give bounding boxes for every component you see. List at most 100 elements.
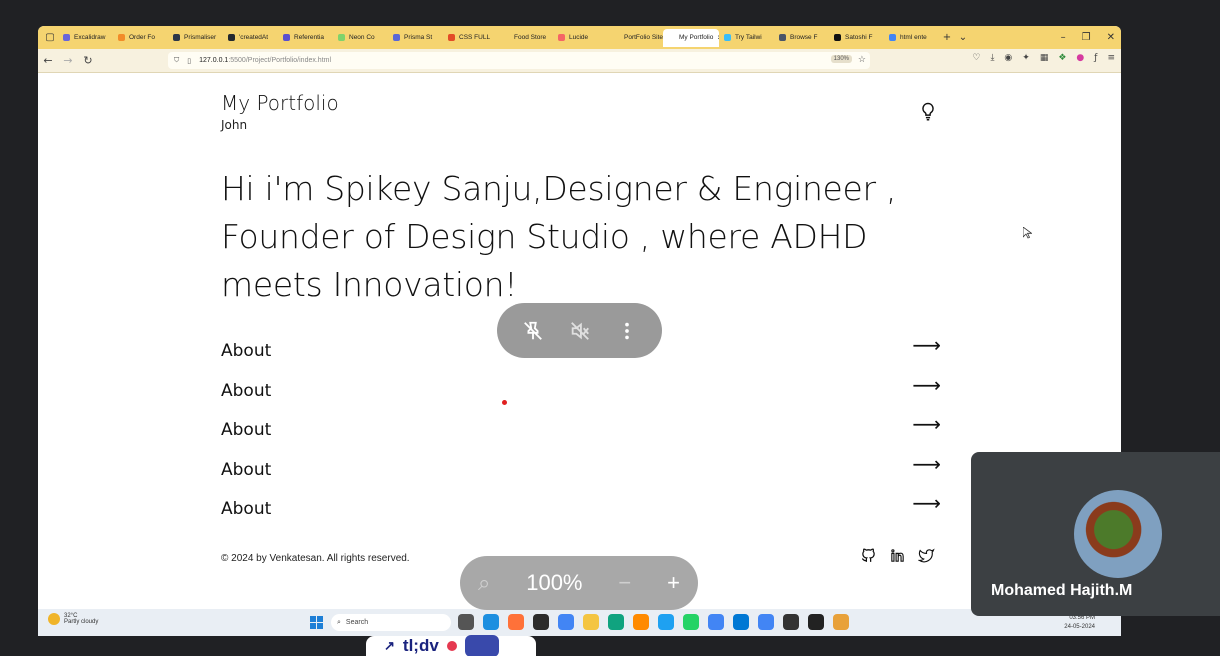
close-window-icon[interactable]: ✕ (1107, 32, 1115, 43)
file-explorer-icon[interactable] (583, 614, 599, 630)
bookmark-star-icon[interactable]: ☆ (858, 54, 866, 65)
tab-favicon-icon (173, 34, 180, 41)
postman-icon[interactable] (633, 614, 649, 630)
social-links (860, 547, 935, 564)
weather-widget[interactable]: 32°C Partly cloudy (48, 613, 98, 625)
nav-link-label[interactable]: About (221, 341, 271, 361)
tab-favicon-icon (228, 34, 235, 41)
participant-video-tile[interactable]: Mohamed Hajith.M (971, 452, 1220, 616)
restore-icon[interactable]: ❐ (1082, 32, 1091, 43)
arrow-right-icon[interactable]: ⟶ (912, 452, 941, 476)
tab-favicon-icon (668, 34, 675, 41)
nav-links: About ⟶ About ⟶ About ⟶ About ⟶ About ⟶ (221, 333, 941, 531)
browser-tab[interactable]: Food Store (498, 29, 553, 47)
account-icon[interactable]: ◉ (1004, 53, 1012, 63)
edge-icon[interactable] (483, 614, 499, 630)
nav-link-row[interactable]: About ⟶ (221, 373, 941, 413)
browser-tab[interactable]: Satoshi F (829, 29, 884, 47)
whatsapp-icon[interactable] (683, 614, 699, 630)
grid-icon[interactable]: ▦ (1040, 53, 1049, 63)
nav-link-row[interactable]: About ⟶ (221, 412, 941, 452)
tab-list-chevron-icon[interactable]: ⌄ (955, 30, 971, 46)
lightbulb-icon[interactable] (918, 101, 938, 121)
terminal-icon[interactable] (783, 614, 799, 630)
expand-arrow-icon[interactable]: ↗ (384, 638, 395, 654)
more-options-icon[interactable] (616, 320, 638, 342)
mute-icon[interactable] (569, 320, 591, 342)
browser-tab[interactable]: html ente (884, 29, 939, 47)
page-icon: ▯ (187, 57, 192, 65)
browser-tab[interactable]: Lucide (553, 29, 608, 47)
site-title[interactable]: My Portfolio (221, 91, 339, 115)
forward-icon[interactable]: → (58, 54, 78, 67)
browser-tab[interactable]: Prismaliser (168, 29, 223, 47)
arrow-right-icon[interactable]: ⟶ (912, 333, 941, 357)
firefox-icon[interactable] (508, 614, 524, 630)
extension-green-icon[interactable]: ❖ (1058, 53, 1066, 63)
zoom-out-magnifier-icon[interactable]: ⌕ (478, 570, 490, 596)
tab-favicon-icon (283, 34, 290, 41)
twitter-icon[interactable] (918, 547, 935, 564)
download-icon[interactable]: ⤓ (990, 53, 994, 63)
browser-tab[interactable]: CSS FULL (443, 29, 498, 47)
tab-favicon-icon (393, 34, 400, 41)
extensions-icon[interactable]: ✦ (1022, 53, 1030, 63)
chrome-alt-icon[interactable] (758, 614, 774, 630)
arrow-right-icon[interactable]: ⟶ (912, 373, 941, 397)
browser-tab[interactable]: Order Fo (113, 29, 168, 47)
pocket-icon[interactable]: ♡ (972, 53, 980, 63)
menu-icon[interactable]: ≡ (1107, 53, 1115, 63)
chatgpt-icon[interactable] (608, 614, 624, 630)
zoom-level-badge[interactable]: 130% (830, 55, 852, 63)
browser-tab[interactable]: My Portfolio× (663, 28, 719, 47)
windows-start-icon[interactable] (310, 616, 323, 629)
github-desktop-icon[interactable] (808, 614, 824, 630)
site-subtitle: John (221, 118, 248, 132)
nav-link-label[interactable]: About (221, 420, 271, 440)
nav-link-label[interactable]: About (221, 499, 271, 519)
app-icon[interactable] (533, 614, 549, 630)
url-bar[interactable]: ⛉ ▯ 127.0.0.1:5500/Project/Portfolio/ind… (168, 52, 870, 69)
reload-icon[interactable]: ↻ (78, 54, 98, 67)
browser-tab[interactable]: Prisma St (388, 29, 443, 47)
vscode-icon[interactable] (733, 614, 749, 630)
browser-tab[interactable]: PortFolio Site (608, 29, 663, 47)
zoom-minus-button[interactable]: − (618, 570, 631, 596)
tab-label: Prisma St (404, 34, 433, 41)
browser-tab[interactable]: Excalidraw (58, 29, 113, 47)
nav-link-row[interactable]: About ⟶ (221, 452, 941, 492)
extension-pink-icon[interactable]: ● (1076, 53, 1084, 63)
taskview-icon[interactable] (458, 614, 474, 630)
browser-tab[interactable]: Browse F (774, 29, 829, 47)
chrome-icon[interactable] (558, 614, 574, 630)
formula-icon[interactable]: ƒ (1094, 53, 1097, 63)
browser-tab[interactable]: Neon Co (333, 29, 388, 47)
taskbar-clock[interactable]: 03:56 PM 24-05-2024 (1064, 614, 1095, 632)
back-icon[interactable]: ← (38, 54, 58, 67)
tab-label: Neon Co (349, 34, 375, 41)
nav-link-row[interactable]: About ⟶ (221, 491, 941, 531)
tab-overview-icon[interactable]: ▢ (42, 30, 58, 46)
browser-tab[interactable]: Referentia (278, 29, 333, 47)
zoom-plus-button[interactable]: + (667, 570, 680, 596)
tab-bar: ▢ Excalidraw Order Fo Prismaliser 'createdA… (38, 26, 1121, 49)
unpin-icon[interactable] (522, 320, 544, 342)
app-blue-icon[interactable] (658, 614, 674, 630)
app-orange-icon[interactable] (833, 614, 849, 630)
arrow-right-icon[interactable]: ⟶ (912, 412, 941, 436)
tab-list: Excalidraw Order Fo Prismaliser 'createdAt R… (58, 28, 939, 47)
github-icon[interactable] (860, 547, 877, 564)
new-tab-icon[interactable]: + (939, 30, 955, 46)
linkedin-icon[interactable] (889, 547, 906, 564)
taskbar-search[interactable]: ⌕ Search (331, 614, 451, 631)
chrome-profile-icon[interactable] (708, 614, 724, 630)
browser-tab[interactable]: Try Tailwi (719, 29, 774, 47)
arrow-right-icon[interactable]: ⟶ (912, 491, 941, 515)
minimize-icon[interactable]: – (1061, 32, 1066, 43)
nav-link-label[interactable]: About (221, 381, 271, 401)
recorder-app-icon[interactable] (464, 635, 499, 656)
tab-label: html ente (900, 34, 927, 41)
nav-link-label[interactable]: About (221, 460, 271, 480)
record-dot-icon[interactable] (446, 641, 457, 651)
browser-tab[interactable]: 'createdAt (223, 29, 278, 47)
